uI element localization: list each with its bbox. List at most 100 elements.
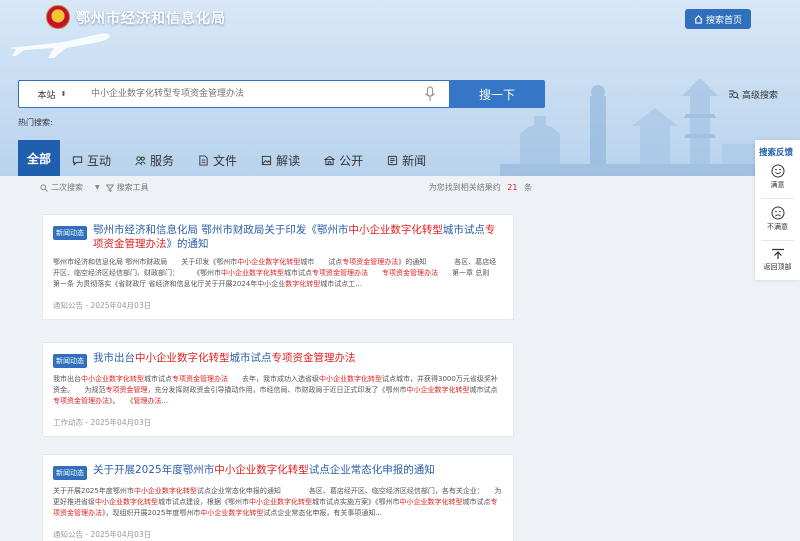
highlight-text: 专项资金管理办法 <box>312 269 368 277</box>
home-icon <box>694 14 703 24</box>
frown-icon <box>771 206 784 220</box>
skyline-illustration <box>500 78 760 176</box>
text-segment: ... <box>161 397 169 405</box>
unsatisfied-button[interactable]: 不满意 <box>755 206 800 232</box>
text-segment: 试点企业常态化申报的通知 <box>308 464 435 476</box>
search-home-label: 搜索首页 <box>705 15 742 26</box>
result-snippet: 关于开展2025年度鄂州市中小企业数字化转型试点企业常态化申报的通知 各区、葛店… <box>53 486 503 519</box>
results-count: 为您找到相关结果约 21 条 <box>429 182 532 193</box>
updown-caret-icon: ⬍ <box>60 90 67 98</box>
search-icon <box>40 183 48 192</box>
search-button[interactable]: 搜一下 <box>449 80 545 108</box>
result-card: 新闻动态 鄂州市经济和信息化局 鄂州市财政局关于印发《鄂州市中小企业数字化转型城… <box>42 214 514 320</box>
tab-label: 新闻 <box>402 153 427 168</box>
result-title-link[interactable]: 鄂州市经济和信息化局 鄂州市财政局关于印发《鄂州市中小企业数字化转型城市试点专项… <box>93 223 503 251</box>
scope-select[interactable]: 本站 ⬍ <box>19 81 85 107</box>
highlight-text: 专项资金管理办法 <box>172 375 228 383</box>
highlight-text: 中小企业数字化转型 <box>249 498 312 506</box>
search-tools-button[interactable]: 搜索工具 <box>105 182 149 193</box>
file-icon <box>199 154 208 166</box>
highlight-text: 中小企业数字化转型 <box>214 464 309 476</box>
tab-label: 解读 <box>276 153 301 168</box>
result-title-link[interactable]: 关于开展2025年度鄂州市中小企业数字化转型试点企业常态化申报的通知 <box>93 463 435 477</box>
category-tabs: 全部 互动 服务 文件 解读 公开 新闻 <box>18 140 438 176</box>
arrow-up-icon <box>771 248 784 259</box>
highlight-text: 专项资金管理办法 <box>271 352 356 364</box>
text-segment: 》的通知 <box>166 238 209 250</box>
tab-interpretation[interactable]: 解读 <box>249 144 312 176</box>
microphone-icon[interactable] <box>423 86 437 102</box>
text-segment <box>368 269 382 277</box>
tab-news[interactable]: 新闻 <box>375 144 438 176</box>
emblem-logo <box>46 5 70 29</box>
text-segment: 城市试点 <box>469 386 498 394</box>
text-segment: 城市试点实施方案》《鄂州市 <box>312 498 400 506</box>
result-card: 新闻动态 我市出台中小企业数字化转型城市试点专项资金管理办法 我市出台中小企业数… <box>42 342 514 437</box>
text-segment: 关于开展2025年度鄂州市 <box>53 487 134 495</box>
filter-icon <box>105 184 114 192</box>
highlight-text: 专项资金管理 <box>105 386 148 394</box>
text-segment: 城市 试点 <box>300 258 343 266</box>
search-input[interactable] <box>91 84 421 104</box>
tab-interaction[interactable]: 互动 <box>60 144 123 176</box>
site-title: 鄂州市经济和信息化局 <box>76 11 226 27</box>
highlight-text: 专项资金管理办法 <box>53 397 109 405</box>
highlight-text: 专项资金管理办法 <box>382 269 438 277</box>
back-to-top-label: 返回顶部 <box>763 263 792 271</box>
text-segment: 城市试点 <box>284 269 312 277</box>
results-count-prefix: 为您找到相关结果约 <box>428 183 501 192</box>
hot-search-label: 热门搜索: <box>18 118 53 127</box>
text-segment: 鄂州市经济和信息化局 鄂州市财政局 关于印发《鄂州市 <box>53 258 238 266</box>
tab-file[interactable]: 文件 <box>186 144 249 176</box>
result-meta: 通知公告 - 2025年04月03日 <box>53 301 152 310</box>
text-segment: 城市试点工... <box>320 280 362 288</box>
feedback-sidebar: 搜索反馈 满意 不满意 返回顶部 <box>755 140 800 280</box>
highlight-text: 数字化转型 <box>285 280 321 288</box>
highlight-text: 中小企业数字化转型 <box>406 386 470 394</box>
result-title-link[interactable]: 我市出台中小企业数字化转型城市试点专项资金管理办法 <box>93 351 356 365</box>
result-card: 新闻动态 关于开展2025年度鄂州市中小企业数字化转型试点企业常态化申报的通知 … <box>42 454 514 541</box>
search-home-button[interactable]: 搜索首页 <box>685 9 751 29</box>
back-to-top-button[interactable]: 返回顶部 <box>755 248 800 272</box>
text-segment: 我市出台 <box>53 375 81 383</box>
dropdown-caret-icon[interactable]: ▼ <box>95 184 100 191</box>
result-snippet: 鄂州市经济和信息化局 鄂州市财政局 关于印发《鄂州市中小企业数字化转型城市 试点… <box>53 257 503 290</box>
highlight-text: 中小企业数字化转型 <box>319 375 382 383</box>
tab-public[interactable]: 公开 <box>312 144 375 176</box>
text-segment: 城市试点 <box>144 375 172 383</box>
divider <box>761 198 794 199</box>
tab-label: 全部 <box>27 151 52 166</box>
text-segment: ，充分发挥财政资金引导撬动作用，市经信局、市财政局于近日正式印发了《鄂州市 <box>147 386 407 394</box>
smile-icon <box>771 164 784 178</box>
result-meta: 工作动态 - 2025年04月03日 <box>53 418 152 427</box>
highlight-text: 管理办法 <box>133 397 162 405</box>
highlight-text: 专项资金管理办法 <box>342 258 399 266</box>
satisfied-button[interactable]: 满意 <box>755 164 800 190</box>
news-icon <box>388 155 398 165</box>
category-badge: 新闻动态 <box>53 466 87 480</box>
highlight-text: 中小企业数字化转型 <box>237 258 301 266</box>
advanced-search-link[interactable]: 高级搜索 <box>728 88 778 101</box>
secondary-search-button[interactable]: 二次搜索 <box>40 182 83 193</box>
result-snippet: 我市出台中小企业数字化转型城市试点专项资金管理办法 去年，我市成功入选省级中小企… <box>53 374 503 407</box>
unsatisfied-label: 不满意 <box>767 223 788 231</box>
airplane-illustration <box>9 33 110 58</box>
result-meta: 通知公告 - 2025年04月03日 <box>53 530 152 539</box>
chat-icon <box>72 155 83 166</box>
tab-service[interactable]: 服务 <box>123 144 186 176</box>
highlight-text: 中小企业数字化转型 <box>348 224 443 236</box>
text-segment: 城市试点建设，根据《鄂州市 <box>158 498 249 506</box>
scope-label: 本站 <box>37 90 56 101</box>
secondary-search-label: 二次搜索 <box>51 183 83 192</box>
public-icon <box>324 155 336 165</box>
results-list: 新闻动态 鄂州市经济和信息化局 鄂州市财政局关于印发《鄂州市中小企业数字化转型城… <box>32 200 532 541</box>
highlight-text: 中小企业数字化转型 <box>135 352 230 364</box>
category-badge: 新闻动态 <box>53 226 87 240</box>
text-segment: 鄂州市经济和信息化局 鄂州市财政局关于印发《鄂州市 <box>93 224 349 236</box>
divider <box>761 240 794 241</box>
highlight-text: 中小企业数字化转型 <box>221 269 284 277</box>
text-segment: 我市出台 <box>93 352 135 364</box>
tab-all[interactable]: 全部 <box>18 140 61 176</box>
text-segment: 关于开展2025年度鄂州市 <box>93 464 215 476</box>
search-bar: 本站 ⬍ 搜一下 <box>18 80 545 108</box>
